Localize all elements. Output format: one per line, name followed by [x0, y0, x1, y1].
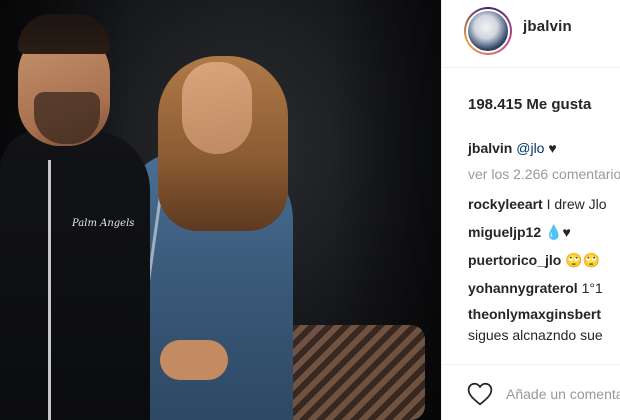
comment-text: I drew Jlo — [546, 196, 607, 212]
list-item: yohannygraterol 1°1 — [468, 280, 603, 296]
caption-emoji: ♥ — [548, 140, 557, 156]
view-all-comments-link[interactable]: ver los 2.266 comentarios — [468, 166, 620, 182]
comment-text: sigues alcnazndo sue — [468, 327, 603, 343]
add-comment-input[interactable]: Añade un comentario... — [506, 386, 620, 402]
list-item: migueljp12 💧♥ — [468, 224, 571, 241]
caption-mention[interactable]: @jlo — [516, 140, 544, 156]
comment-username[interactable]: migueljp12 — [468, 224, 541, 240]
post-side-panel: jbalvin 198.415 Me gusta jbalvin @jlo ♥ … — [442, 0, 620, 420]
avatar[interactable] — [464, 7, 512, 55]
instagram-post: Palm Angels jbalvin 198.415 Me gusta jba… — [0, 0, 620, 420]
comment-username[interactable]: rockyleeart — [468, 196, 543, 212]
caption: jbalvin @jlo ♥ — [468, 140, 557, 156]
caption-username[interactable]: jbalvin — [468, 140, 512, 156]
likes-count[interactable]: 198.415 Me gusta — [468, 96, 591, 113]
comment-bar: Añade un comentario... — [442, 364, 620, 420]
photo-woman-face — [182, 62, 252, 154]
heart-outline-icon[interactable] — [467, 382, 493, 406]
post-author-username[interactable]: jbalvin — [523, 18, 572, 35]
avatar-image — [466, 9, 510, 53]
list-item: theonlymaxginsbert — [468, 306, 601, 322]
comment-text: 💧♥ — [545, 224, 571, 240]
comment-username[interactable]: theonlymaxginsbert — [468, 306, 601, 322]
photo-hand — [160, 340, 228, 380]
comment-text: 1°1 — [581, 280, 603, 296]
comment-username[interactable]: puertorico_jlo — [468, 252, 561, 268]
comment-text: 🙄🙄 — [565, 252, 601, 268]
photo-man-hair — [18, 14, 110, 54]
photo-jacket-zipper — [48, 160, 51, 420]
list-item: puertorico_jlo 🙄🙄 — [468, 252, 600, 269]
photo-cushion — [275, 325, 425, 420]
post-photo[interactable]: Palm Angels — [0, 0, 441, 420]
photo-man-jacket — [0, 130, 150, 420]
photo-man-beard — [34, 92, 100, 144]
comment-username[interactable]: yohannygraterol — [468, 280, 578, 296]
list-item: rockyleeart I drew Jlo — [468, 196, 607, 212]
post-header: jbalvin — [442, 0, 620, 68]
photo-jacket-brand-text: Palm Angels — [72, 218, 135, 229]
